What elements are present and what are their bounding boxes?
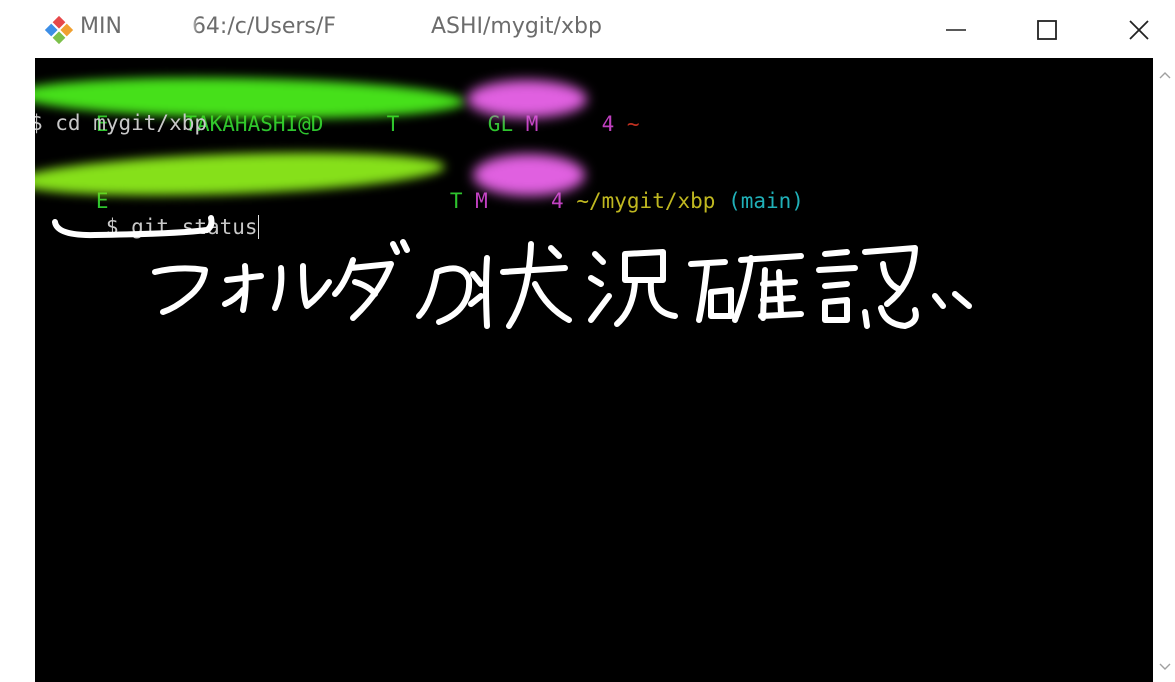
prompt-branch: (main) — [728, 189, 804, 213]
minimize-button[interactable] — [933, 8, 979, 52]
prompt-path: ~/mygit/xbp — [576, 189, 716, 213]
git-app-icon — [44, 15, 74, 45]
maximize-button[interactable] — [1024, 8, 1070, 52]
char-stroke — [468, 241, 572, 329]
minimize-icon — [946, 29, 966, 31]
prompt-path: ~ — [626, 112, 640, 136]
scroll-down-icon[interactable] — [1159, 662, 1171, 672]
prompt-system: M 4 — [525, 112, 615, 136]
vertical-scrollbar[interactable] — [1153, 58, 1175, 682]
prompt-line-1: E TAKAHASHI@D T GL M 4 ~ — [35, 85, 640, 136]
char-stroke — [332, 239, 410, 321]
handwritten-annotation — [52, 215, 972, 329]
close-icon — [1129, 20, 1149, 40]
char-stroke — [152, 265, 208, 315]
terminal-output[interactable]: E TAKAHASHI@D T GL M 4 ~ $ cd mygit/xbp … — [35, 58, 1153, 682]
char-stroke — [688, 253, 804, 323]
char-stroke — [416, 265, 473, 325]
maximize-icon — [1037, 20, 1057, 40]
text-cursor — [257, 215, 259, 239]
terminal-window: MIN 64:/c/Users/F ASHI/mygit/xbp E TAKAHAS… — [0, 0, 1175, 682]
command-line-2[interactable]: $ git status — [35, 188, 259, 239]
close-button[interactable] — [1116, 8, 1162, 52]
command-line-1: $ cd mygit/xbp — [35, 111, 208, 135]
command-text: $ git status — [105, 215, 258, 239]
prompt-system: M 4 — [475, 189, 564, 213]
char-stroke — [588, 249, 678, 327]
scroll-up-icon[interactable] — [1159, 70, 1171, 80]
prompt-line-2: E T M 4 ~/mygit/xbp (main) — [35, 162, 804, 213]
char-stroke — [816, 245, 972, 329]
title-bar[interactable]: MIN 64:/c/Users/F ASHI/mygit/xbp — [0, 0, 1175, 58]
char-stroke — [272, 263, 332, 311]
title-redaction — [124, 14, 194, 44]
char-stroke — [222, 263, 264, 313]
